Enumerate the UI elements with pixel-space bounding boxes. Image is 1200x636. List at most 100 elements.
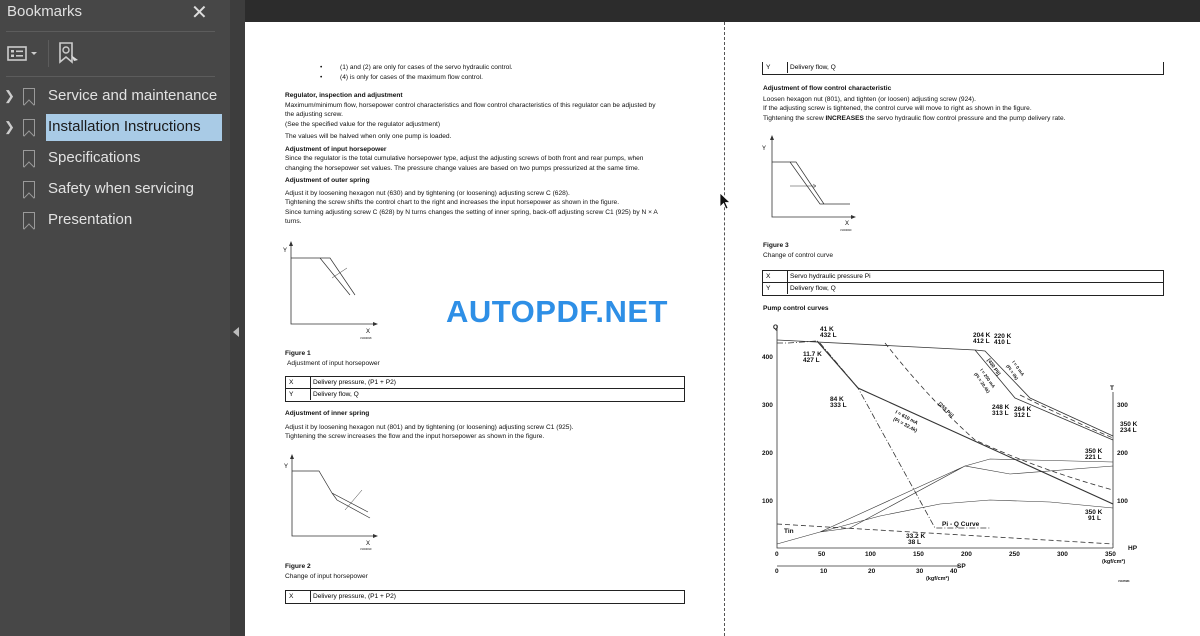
watermark: AUTOPDF.NET [446,294,668,329]
x-tick: 250 [1009,551,1020,558]
figure-code: V1004820 [840,229,852,232]
figure-1-diagram: Y X V1004818 [283,241,378,340]
axes [776,325,1114,549]
text: (See the specified value for the regulat… [285,120,441,128]
bookmark-specifications[interactable]: Specifications [0,147,230,173]
bookmark-service-and-maintenance[interactable]: ❯ Service and maintenance [0,85,230,111]
flow-control-section: Adjustment of flow control characteristi… [763,84,1066,123]
power-curve [816,340,1114,505]
bookmark-search-icon [59,42,78,64]
axis-label: X [366,329,370,335]
text: the adjusting screw. [285,111,343,118]
figure-2-caption: Figure 2 Change of input horsepower [285,562,368,581]
figure-title: Figure 1 [285,350,311,357]
table-row: Y Delivery flow, Q [763,283,1163,295]
axis-label: X [366,541,370,547]
y-tick: 300 [762,402,773,409]
text: Tightening the screw INCREASES the servo… [763,114,1066,122]
figure-1-caption: Figure 1 Adjustment of input horsepower [285,349,380,368]
t-tick: 300 [1117,402,1128,409]
bookmarks-panel: Bookmarks ✕ ❯ Service and maintenance ❯ In… [0,0,230,636]
mouse-cursor-icon [719,192,731,210]
cell: Servo hydraulic pressure Pi [787,271,871,282]
t-axis-label: T [1110,385,1114,392]
t-tick: 100 [1117,498,1128,505]
text: Adjust it by loosening hexagon nut (630)… [285,189,570,197]
curve-label: Tin [784,528,794,535]
bullet-item: (4) is only for cases of the maximum flo… [340,73,483,81]
heading: Adjustment of input horsepower [285,145,387,153]
figure-1-legend-table: X Delivery pressure, (P1 + P2) Y Delivery … [285,376,685,402]
point-label: 333 L [830,402,847,409]
y-tick: 200 [762,450,773,457]
figure-2-legend-table: X Delivery pressure, (P1 + P2) [285,590,685,604]
figure-code: V1004818 [360,337,372,340]
cell: Delivery flow, Q [310,389,359,400]
q-axis-label: Q [773,324,778,331]
heading: Regulator, inspection and adjustment [285,92,403,99]
x-tick: 150 [913,551,924,558]
cell: Delivery flow, Q [787,283,836,294]
divider [48,40,49,67]
bookmark-icon [23,150,35,167]
point-label: 427 L [803,357,820,364]
list-options-icon [7,46,37,61]
text: Loosen hexagon nut (801), and tighten (o… [763,95,976,103]
bookmark-icon [23,181,35,198]
divider [6,31,215,32]
point-label: 410 L [994,339,1011,346]
heading: Adjustment of flow control characteristi… [763,85,892,92]
sp-axis-label: SP [957,563,966,570]
bookmark-icon [23,119,35,136]
x-tick: 350 [1105,551,1116,558]
figure-code: V1037983 [1118,580,1130,583]
cell: Y [289,391,294,398]
curve-label: [255 Pli] [937,401,955,419]
table-row: X Servo hydraulic pressure Pi [763,271,1163,283]
unit-label: (kgf/cm²) [926,575,949,582]
bookmark-safety-when-servicing[interactable]: Safety when servicing [0,178,230,204]
bullet-item: (1) and (2) are only for cases of the se… [340,64,513,71]
figure-title: Figure 3 [763,242,789,249]
figure-caption: Change of control curve [763,251,834,259]
text: If the adjusting screw is tightened, the… [763,105,1032,112]
x-tick: 0 [775,551,779,558]
cell: Delivery flow, Q [787,62,836,73]
text: Tightening the screw increases the flow … [285,433,545,440]
panel-splitter[interactable] [230,0,245,636]
list-options-button[interactable] [7,45,41,63]
table-row: Y Delivery flow, Q [763,62,1163,74]
x-tick: 100 [865,551,876,558]
axis-label: Y [762,146,766,152]
collapse-arrow-icon[interactable] [233,327,239,337]
bookmark-presentation[interactable]: Presentation [0,209,230,235]
cell: Delivery pressure, (P1 + P2) [310,377,396,388]
t-tick: 200 [1117,450,1128,457]
heading: Pump control curves [763,305,829,312]
figure-title: Figure 2 [285,563,311,570]
figure-code: V1004819 [360,548,372,551]
unit-label: (kgf/cm²) [1102,558,1125,565]
point-label: 91 L [1088,515,1101,522]
text: turns. [285,218,302,225]
table-row: X Delivery pressure, (P1 + P2) [286,377,684,389]
close-icon[interactable]: ✕ [191,0,208,25]
point-label: 38 L [908,539,921,546]
divider [6,76,215,77]
y-tick: 100 [762,498,773,505]
point-label: 221 L [1085,454,1102,461]
find-bookmark-button[interactable] [58,40,80,66]
chevron-right-icon[interactable]: ❯ [4,119,15,135]
axis-label: X [845,221,849,227]
bookmark-installation-instructions[interactable]: ❯ Installation Instructions [0,114,230,142]
inner-spring-section: Adjustment of inner spring Adjust it by … [285,409,573,442]
sp-tick: 0 [775,568,779,575]
point-label: 412 L [973,338,990,345]
max-flow-curve [776,339,1114,441]
bookmark-icon [23,212,35,229]
sp-tick: 20 [868,568,876,575]
cell: Delivery pressure, (P1 + P2) [310,591,396,602]
bullet-list: • (1) and (2) are only for cases of the s… [320,64,513,81]
chevron-right-icon[interactable]: ❯ [4,88,15,104]
table-row: Y Delivery flow, Q [286,389,684,401]
